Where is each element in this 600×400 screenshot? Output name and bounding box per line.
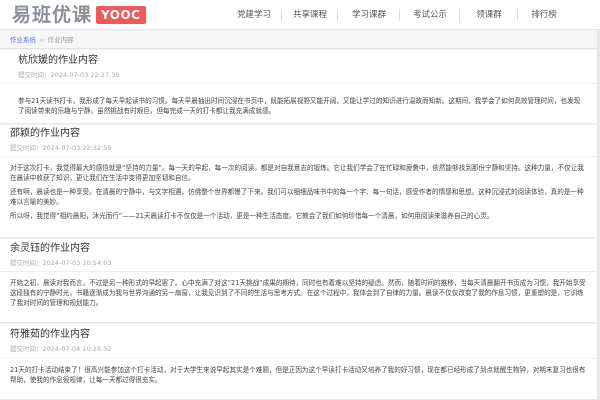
nav-label: 党建学习 — [236, 10, 271, 20]
assignment-list: 杭欣媛的作业内容 提交时间：2024-07-03 22:27:39 参与21天读… — [0, 50, 600, 400]
assignment-paragraph: 21天的打卡活动结束了！很高兴能参加这个打卡活动，对于大学生来说早起其实是个难题… — [10, 366, 586, 384]
nav-item-party-study[interactable]: 党建学习 — [226, 0, 282, 30]
main-nav: 党建学习 共享课程 学习课群 考试公示 领课群 排行榜 — [226, 0, 570, 30]
breadcrumb-root[interactable]: 作业系统 — [10, 36, 36, 44]
breadcrumb: 作业系统 > 作业内容 — [0, 31, 600, 49]
nav-item-study-groups[interactable]: 学习课群 — [338, 0, 400, 30]
logo-badge: YOOC — [96, 6, 146, 24]
submit-time: 提交时间：2024-07-04 10:26:52 — [10, 345, 112, 353]
assignment-paragraph: 对于这次打卡，我觉得最大的感悟就是“坚持的力量”。每一天的早起，每一次的阅读，都… — [10, 164, 584, 182]
assignment-title: 邵颖的作业内容 — [10, 128, 80, 139]
card-body: 21天的打卡活动结束了！很高兴能参加这个打卡活动，对于大学生来说早起其实是个难题… — [0, 359, 600, 385]
assignment-paragraph: 参与21天读书打卡，我形成了每天早起读书的习惯。每天早晨抽出时间沉浸在书页中，既… — [18, 97, 581, 115]
assignment-card: 符雅茹的作业内容 提交时间：2024-07-04 10:26:52 21天的打卡… — [0, 324, 600, 400]
logo-text: 易班优课 — [12, 4, 93, 26]
nav-label: 考试公示 — [412, 10, 447, 20]
card-header: 邵颖的作业内容 提交时间：2024-07-03 22:32:59 — [0, 125, 600, 157]
breadcrumb-separator: > — [39, 36, 45, 44]
assignment-paragraph: 开始之初，晨读对我而言，不过是另一种形式的早起罢了。心中充满了对这“21天挑战”… — [10, 279, 586, 307]
site-logo[interactable]: 易班优课 YOOC — [12, 4, 146, 26]
breadcrumb-current: 作业内容 — [47, 36, 74, 44]
top-header: 易班优课 YOOC 党建学习 共享课程 学习课群 考试公示 领课群 排行榜 — [0, 0, 600, 30]
assignment-title: 杭欣媛的作业内容 — [18, 55, 98, 66]
card-body: 对于这次打卡，我觉得最大的感悟就是“坚持的力量”。每一天的早起，每一次的阅读，都… — [0, 157, 600, 221]
card-body: 参与21天读书打卡，我形成了每天早起读书的习惯。每天早晨抽出时间沉浸在书页中，既… — [0, 84, 600, 116]
assignment-title: 余灵钰的作业内容 — [10, 243, 90, 254]
nav-item-course-groups[interactable]: 领课群 — [460, 0, 518, 30]
nav-label: 排行榜 — [531, 10, 557, 20]
nav-label: 共享课程 — [292, 10, 327, 20]
assignment-card: 邵颖的作业内容 提交时间：2024-07-03 22:32:59 对于这次打卡，… — [0, 125, 600, 238]
submit-time: 提交时间：2024-07-03 22:27:39 — [18, 71, 120, 79]
nav-item-shared-courses[interactable]: 共享课程 — [282, 0, 338, 30]
submit-time: 提交时间：2024-07-03 20:54:03 — [10, 259, 112, 267]
nav-label: 领课群 — [476, 10, 502, 20]
nav-item-exam-notice[interactable]: 考试公示 — [400, 0, 460, 30]
submit-time: 提交时间：2024-07-03 22:32:59 — [10, 144, 112, 152]
nav-label: 学习课群 — [351, 10, 386, 20]
assignment-paragraph: 还有啊，晨读也是一种享受。在清晨的宁静中，与文字相遇，仿佛整个世界都慢了下来。我… — [10, 188, 584, 206]
assignment-title: 符雅茹的作业内容 — [10, 329, 90, 340]
assignment-paragraph: 所以呀，我觉得“相约晨阳，沐光而行”——21天晨读打卡不仅仅是一个活动，更是一种… — [10, 212, 494, 220]
card-body: 开始之初，晨读对我而言，不过是另一种形式的早起罢了。心中充满了对这“21天挑战”… — [0, 272, 600, 308]
card-header: 余灵钰的作业内容 提交时间：2024-07-03 20:54:03 — [0, 239, 600, 272]
card-header: 杭欣媛的作业内容 提交时间：2024-07-03 22:27:39 — [0, 50, 600, 84]
assignment-card: 杭欣媛的作业内容 提交时间：2024-07-03 22:27:39 参与21天读… — [0, 50, 600, 124]
card-header: 符雅茹的作业内容 提交时间：2024-07-04 10:26:52 — [0, 324, 600, 359]
nav-item-leaderboard[interactable]: 排行榜 — [518, 0, 570, 30]
assignment-card: 余灵钰的作业内容 提交时间：2024-07-03 20:54:03 开始之初，晨… — [0, 239, 600, 323]
